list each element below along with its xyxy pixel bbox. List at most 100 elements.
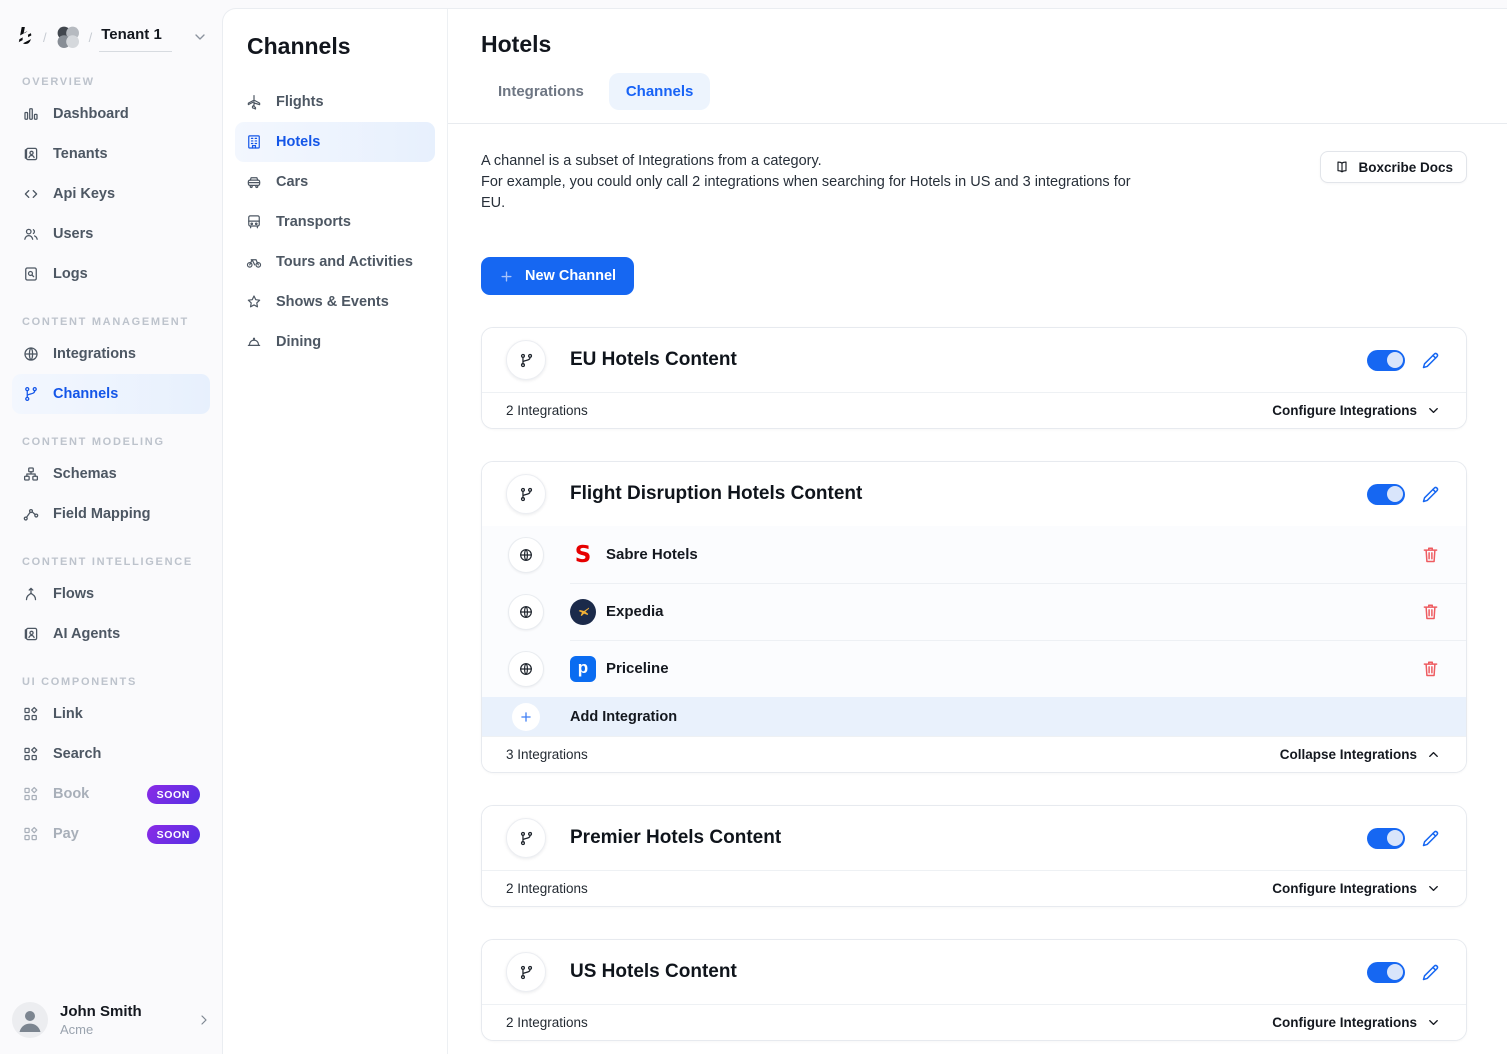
section-label-content-modeling: CONTENT MODELING: [22, 436, 200, 448]
delete-integration-button[interactable]: [1420, 544, 1441, 565]
channel-name: EU Hotels Content: [570, 349, 737, 371]
channel-enabled-toggle[interactable]: [1367, 350, 1405, 371]
category-item-dining[interactable]: Dining: [235, 322, 435, 362]
row-divider: [570, 583, 1466, 584]
category-item-shows[interactable]: Shows & Events: [235, 282, 435, 322]
collapse-integrations-button[interactable]: Collapse Integrations: [1280, 747, 1441, 762]
tenant-selector[interactable]: Tenant 1: [99, 23, 172, 52]
edit-channel-button[interactable]: [1420, 962, 1441, 983]
channel-card-premier-hotels: Premier Hotels Content 2 Integrations Co…: [481, 805, 1467, 907]
new-channel-label: New Channel: [525, 268, 616, 284]
sidebar-item-link[interactable]: Link: [12, 694, 210, 734]
trash-icon: [1420, 601, 1441, 622]
component-icon: [22, 825, 40, 843]
sidebar-item-label: Integrations: [53, 346, 136, 362]
configure-integrations-button[interactable]: Configure Integrations: [1272, 1015, 1441, 1030]
category-item-transports[interactable]: Transports: [235, 202, 435, 242]
category-item-hotels[interactable]: Hotels: [235, 122, 435, 162]
edit-channel-button[interactable]: [1420, 484, 1441, 505]
page-title: Hotels: [481, 31, 1467, 58]
category-item-cars[interactable]: Cars: [235, 162, 435, 202]
globe-icon: [508, 594, 544, 630]
category-item-label: Hotels: [276, 134, 320, 150]
sidebar-item-field-mapping[interactable]: Field Mapping: [12, 494, 210, 534]
sidebar-item-tenants[interactable]: Tenants: [12, 134, 210, 174]
category-item-label: Shows & Events: [276, 294, 389, 310]
channel-name: Premier Hotels Content: [570, 827, 781, 849]
sidebar-item-users[interactable]: Users: [12, 214, 210, 254]
main-content: Hotels Integrations Channels A channel i…: [448, 9, 1507, 1054]
plane-icon: [245, 93, 263, 111]
sidebar-item-book[interactable]: Book SOON: [12, 774, 210, 814]
category-item-tours[interactable]: Tours and Activities: [235, 242, 435, 282]
component-icon: [22, 785, 40, 803]
category-item-flights[interactable]: Flights: [235, 82, 435, 122]
boxcribe-logo-icon[interactable]: b: [14, 25, 36, 49]
sabre-logo: S: [570, 542, 596, 568]
delete-integration-button[interactable]: [1420, 601, 1441, 622]
integration-list: S Sabre Hotels: [482, 526, 1466, 736]
sidebar-item-schemas[interactable]: Schemas: [12, 454, 210, 494]
mapping-icon: [22, 505, 40, 523]
sidebar-item-label: Field Mapping: [53, 506, 150, 522]
chevron-down-icon: [1426, 1015, 1441, 1030]
tab-bar: Integrations Channels: [481, 73, 1467, 123]
integration-row-sabre[interactable]: S Sabre Hotels: [482, 526, 1466, 583]
sidebar-item-channels[interactable]: Channels: [12, 374, 210, 414]
sidebar-item-label: Schemas: [53, 466, 117, 482]
book-icon: [1334, 159, 1350, 175]
configure-integrations-button[interactable]: Configure Integrations: [1272, 403, 1441, 418]
sidebar-item-label: Flows: [53, 586, 94, 602]
pencil-icon: [1420, 828, 1441, 849]
sidebar-item-pay[interactable]: Pay SOON: [12, 814, 210, 854]
sidebar-item-api-keys[interactable]: Api Keys: [12, 174, 210, 214]
pencil-icon: [1420, 484, 1441, 505]
bicycle-icon: [245, 253, 263, 271]
sidebar-item-logs[interactable]: Logs: [12, 254, 210, 294]
channel-enabled-toggle[interactable]: [1367, 484, 1405, 505]
category-item-label: Cars: [276, 174, 308, 190]
user-menu[interactable]: John Smith Acme: [12, 1002, 212, 1038]
org-avatar-icon[interactable]: [54, 23, 82, 51]
boxcribe-docs-button[interactable]: Boxcribe Docs: [1320, 151, 1467, 183]
sidebar-item-label: Search: [53, 746, 101, 762]
sidebar-item-label: Users: [53, 226, 93, 242]
car-icon: [245, 173, 263, 191]
integration-name: Priceline: [606, 660, 669, 677]
sidebar-item-integrations[interactable]: Integrations: [12, 334, 210, 374]
component-icon: [22, 705, 40, 723]
breadcrumb-separator: /: [43, 30, 47, 45]
main-header: Hotels Integrations Channels: [448, 9, 1507, 123]
configure-integrations-button[interactable]: Configure Integrations: [1272, 881, 1441, 896]
chevron-down-icon: [1426, 881, 1441, 896]
section-label-overview: OVERVIEW: [22, 76, 200, 88]
new-channel-button[interactable]: New Channel: [481, 257, 634, 295]
tab-channels[interactable]: Channels: [609, 73, 711, 110]
globe-icon: [22, 345, 40, 363]
branch-icon: [22, 385, 40, 403]
sidebar-item-label: Pay: [53, 826, 79, 842]
tab-integrations[interactable]: Integrations: [481, 73, 601, 110]
user-org: Acme: [60, 1022, 142, 1037]
sidebar-item-dashboard[interactable]: Dashboard: [12, 94, 210, 134]
channel-enabled-toggle[interactable]: [1367, 828, 1405, 849]
integration-row-expedia[interactable]: Expedia: [482, 583, 1466, 640]
sidebar-item-flows[interactable]: Flows: [12, 574, 210, 614]
chevron-down-icon[interactable]: [192, 29, 208, 45]
sabre-logo-letter: S: [575, 542, 592, 568]
sidebar-item-ai-agents[interactable]: AI Agents: [12, 614, 210, 654]
chevron-up-icon: [1426, 747, 1441, 762]
add-integration-row[interactable]: Add Integration: [482, 697, 1466, 736]
sidebar-item-search[interactable]: Search: [12, 734, 210, 774]
channel-name: US Hotels Content: [570, 961, 737, 983]
chevron-right-icon: [196, 1012, 212, 1028]
content-panel: Channels Flights Hotels Cars Transports …: [222, 8, 1507, 1054]
sidebar-item-label: Api Keys: [53, 186, 115, 202]
channel-enabled-toggle[interactable]: [1367, 962, 1405, 983]
description-line-1: A channel is a subset of Integrations fr…: [481, 153, 822, 169]
edit-channel-button[interactable]: [1420, 350, 1441, 371]
edit-channel-button[interactable]: [1420, 828, 1441, 849]
integration-row-priceline[interactable]: p Priceline: [482, 640, 1466, 697]
delete-integration-button[interactable]: [1420, 658, 1441, 679]
footer-action-label: Configure Integrations: [1272, 403, 1417, 418]
